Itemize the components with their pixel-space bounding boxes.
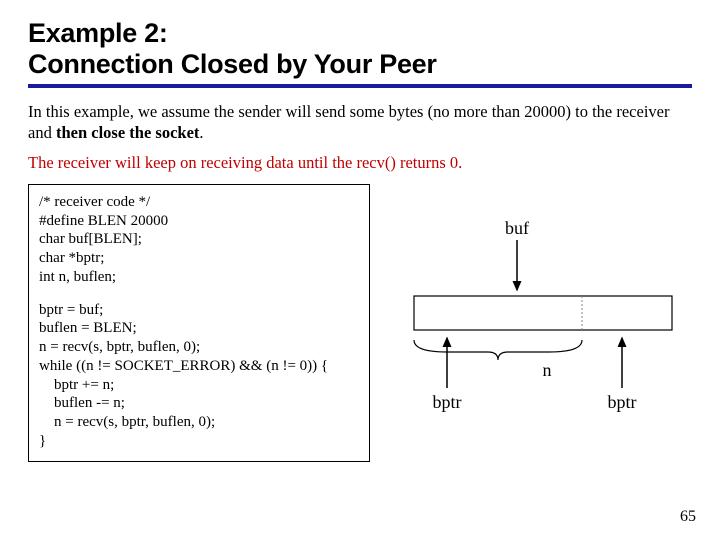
para1-suffix: . <box>199 123 203 142</box>
code-line: char buf[BLEN]; <box>39 230 359 249</box>
code-line: bptr += n; <box>39 376 359 395</box>
code-line: n = recv(s, bptr, buflen, 0); <box>39 413 359 432</box>
slide-title: Example 2: Connection Closed by Your Pee… <box>28 18 692 80</box>
n-label: n <box>543 360 552 380</box>
paragraph-1: In this example, we assume the sender wi… <box>28 102 692 143</box>
code-box: /* receiver code */ #define BLEN 20000 c… <box>28 184 370 462</box>
code-line: } <box>39 432 359 451</box>
code-line: n = recv(s, bptr, buflen, 0); <box>39 338 359 357</box>
brace-n-icon <box>414 340 582 360</box>
title-underline <box>28 84 692 88</box>
slide: Example 2: Connection Closed by Your Pee… <box>0 0 720 540</box>
code-line: while ((n != SOCKET_ERROR) && (n != 0)) … <box>39 357 359 376</box>
code-line: bptr = buf; <box>39 301 359 320</box>
buffer-rect <box>414 296 672 330</box>
title-line-2: Connection Closed by Your Peer <box>28 49 437 79</box>
paragraph-2: The receiver will keep on receiving data… <box>28 153 692 174</box>
diagram-svg: buf n bptr bptr <box>392 184 692 444</box>
code-block-1: /* receiver code */ #define BLEN 20000 c… <box>39 193 359 287</box>
content-row: /* receiver code */ #define BLEN 20000 c… <box>28 184 692 462</box>
buffer-diagram: buf n bptr bptr <box>392 184 692 454</box>
title-line-1: Example 2: <box>28 18 168 48</box>
code-line: #define BLEN 20000 <box>39 212 359 231</box>
code-block-2: bptr = buf; buflen = BLEN; n = recv(s, b… <box>39 301 359 451</box>
buf-label: buf <box>505 218 529 238</box>
code-line: char *bptr; <box>39 249 359 268</box>
code-line: /* receiver code */ <box>39 193 359 212</box>
bptr-left-label: bptr <box>433 392 462 412</box>
code-line: buflen -= n; <box>39 394 359 413</box>
code-line: buflen = BLEN; <box>39 319 359 338</box>
code-line: int n, buflen; <box>39 268 359 287</box>
page-number: 65 <box>680 508 696 526</box>
bptr-right-label: bptr <box>608 392 637 412</box>
para1-bold: then close the socket <box>56 123 199 142</box>
